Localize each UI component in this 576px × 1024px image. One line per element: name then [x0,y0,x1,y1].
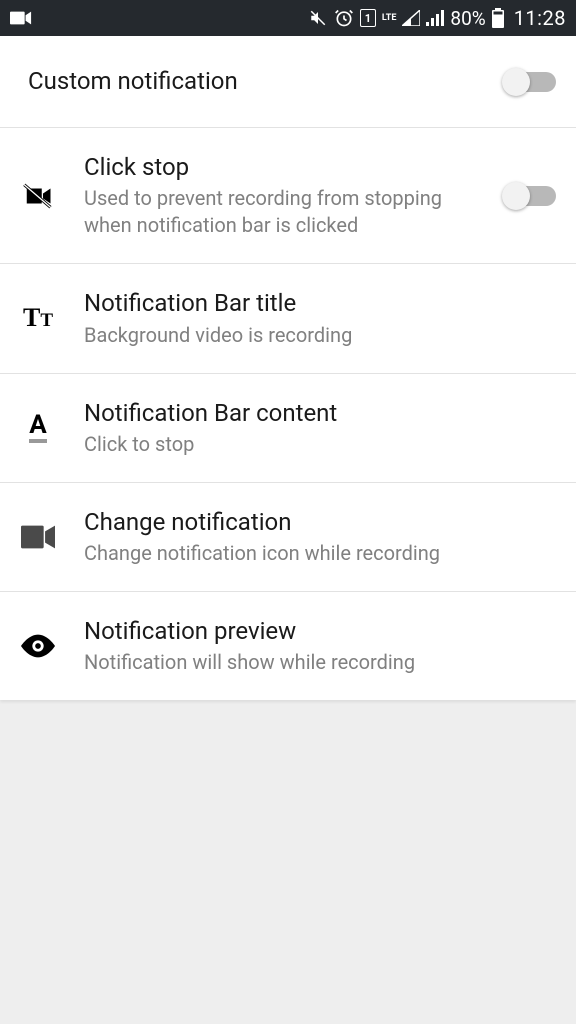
setting-title: Custom notification [28,66,492,97]
setting-subtitle: Background video is recording [84,322,556,349]
setting-click-stop[interactable]: Click stop Used to prevent recording fro… [0,128,576,264]
signal-icon-1 [402,10,420,26]
toggle-knob [502,182,530,210]
setting-title: Change notification [84,507,556,538]
toggle-click-stop[interactable] [504,186,556,206]
sim-icon: 1 [360,9,376,27]
clock: 11:28 [514,6,566,30]
text-underline-icon: A [20,412,56,443]
settings-list: Custom notification Click stop Used to p… [0,36,576,700]
text-size-icon: TT [20,303,56,333]
battery-percent: 80% [450,7,485,30]
setting-title: Notification preview [84,616,556,647]
eye-icon [20,634,56,658]
setting-bar-content[interactable]: A Notification Bar content Click to stop [0,374,576,483]
lte-indicator: LTE [382,14,397,23]
mute-icon [308,9,328,27]
battery-icon [492,8,504,28]
camcorder-icon [10,10,32,26]
toggle-custom-notification[interactable] [504,72,556,92]
camera-off-icon [20,181,56,211]
setting-preview[interactable]: Notification preview Notification will s… [0,592,576,700]
setting-subtitle: Click to stop [84,431,556,458]
camcorder-icon [20,525,56,549]
setting-bar-title[interactable]: TT Notification Bar title Background vid… [0,264,576,373]
setting-title: Notification Bar content [84,398,556,429]
setting-subtitle: Change notification icon while recording [84,540,556,567]
setting-title: Notification Bar title [84,288,556,319]
status-bar: 1 LTE 80% 11:28 [0,0,576,36]
toggle-knob [502,68,530,96]
setting-subtitle: Used to prevent recording from stopping … [84,185,492,239]
signal-icon-2 [426,10,444,26]
setting-subtitle: Notification will show while recording [84,649,556,676]
setting-custom-notification[interactable]: Custom notification [0,36,576,128]
setting-title: Click stop [84,152,492,183]
setting-change-notification[interactable]: Change notification Change notification … [0,483,576,592]
alarm-icon [334,8,354,28]
